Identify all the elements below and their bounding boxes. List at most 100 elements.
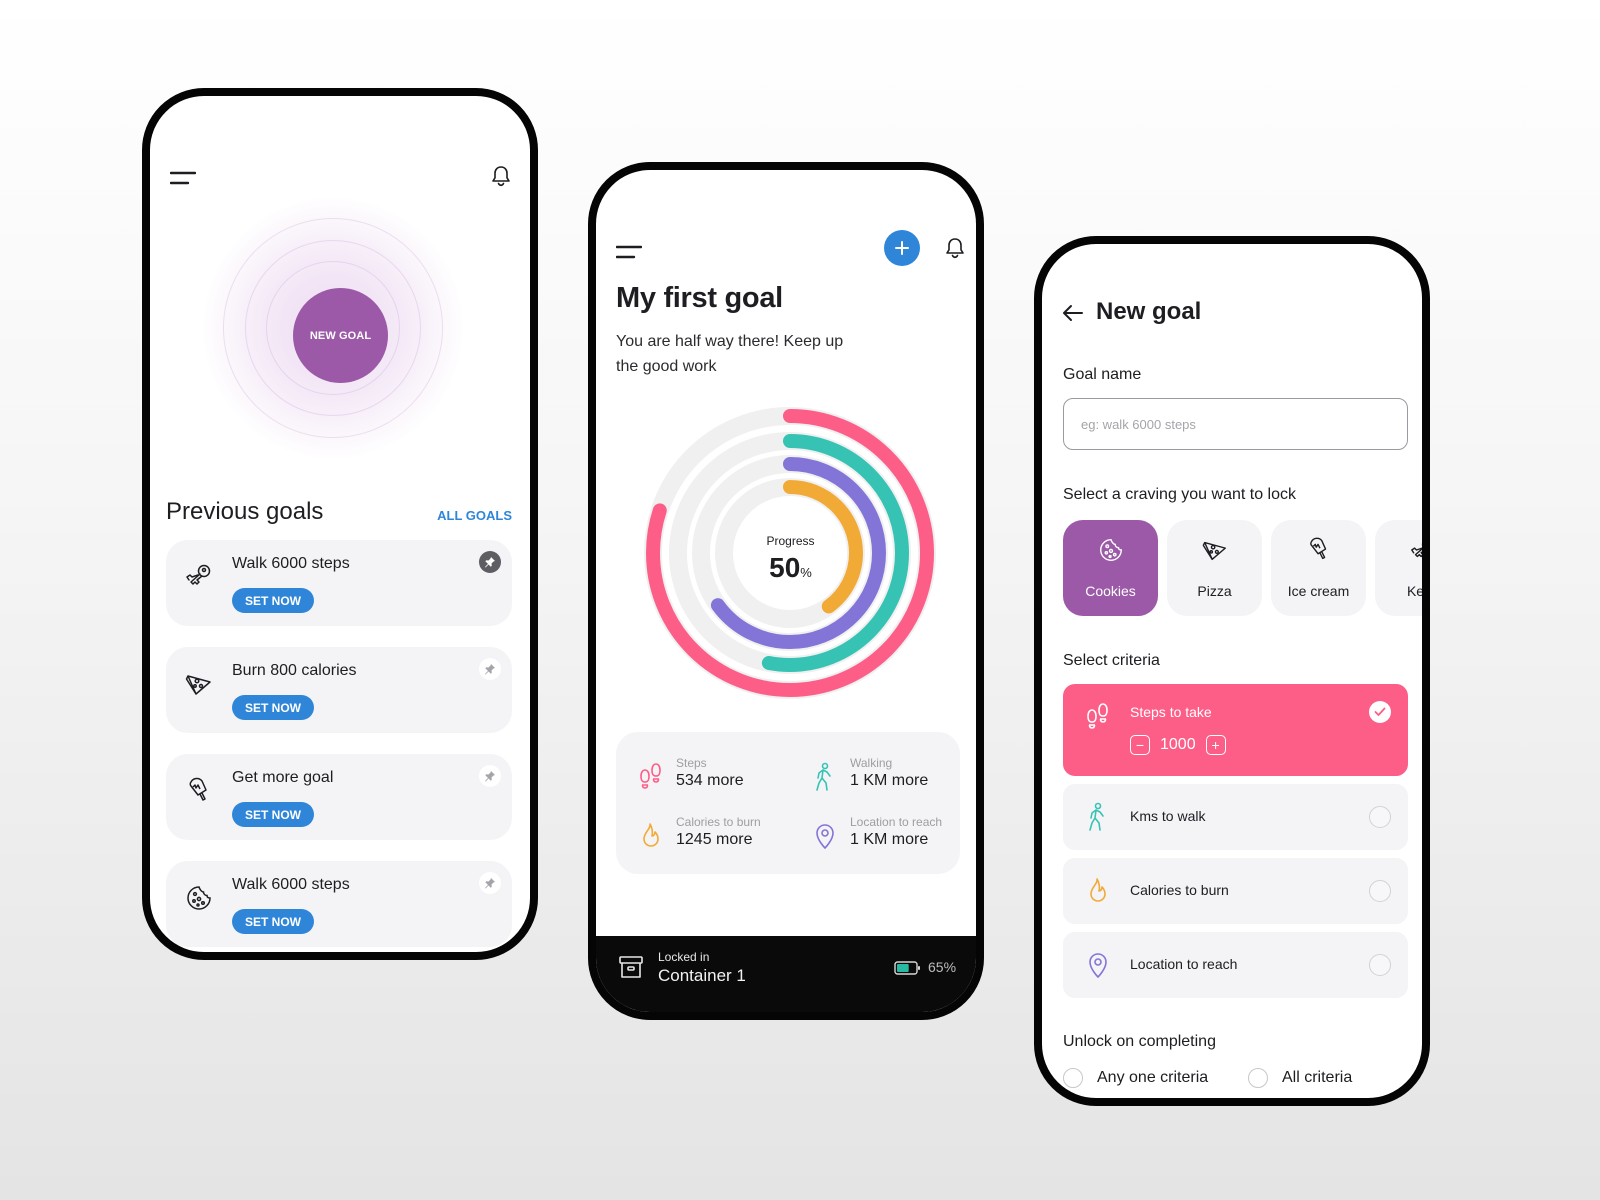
craving-label: Select a craving you want to lock xyxy=(1063,486,1297,503)
keys-icon xyxy=(1409,536,1422,564)
phone-goal-progress-screen: My first goal You are half way there! Ke… xyxy=(588,162,984,1020)
stat-value: 1245 more xyxy=(676,831,753,848)
locked-container-bar[interactable]: Locked in Container 1 65% xyxy=(596,936,976,1012)
goal-name-input[interactable] xyxy=(1063,398,1408,450)
pizza-icon xyxy=(184,669,214,699)
container-name: Container 1 xyxy=(658,966,746,985)
set-now-button[interactable]: SET NOW xyxy=(232,909,314,934)
goal-card[interactable]: Get more goal SET NOW xyxy=(166,754,512,840)
stat-value: 534 more xyxy=(676,772,744,789)
back-arrow-icon[interactable] xyxy=(1062,304,1084,322)
radio-button[interactable] xyxy=(1063,1068,1083,1088)
storage-box-icon xyxy=(618,954,644,980)
goal-card[interactable]: Walk 6000 steps SET NOW xyxy=(166,540,512,626)
criteria-label-text: Calories to burn xyxy=(1130,882,1229,898)
stat-value: 1 KM more xyxy=(850,772,929,789)
flame-icon xyxy=(636,821,666,851)
pin-button[interactable] xyxy=(479,551,501,573)
battery-icon xyxy=(894,961,922,975)
unlock-option-label: Any one criteria xyxy=(1097,1069,1209,1086)
walking-person-icon xyxy=(1083,802,1113,832)
stat-label: Location to reach xyxy=(850,815,943,829)
radio-button[interactable] xyxy=(1248,1068,1268,1088)
stats-card: Steps 534 more Walking 1 KM more Calorie… xyxy=(616,732,960,874)
location-pin-icon xyxy=(1083,950,1113,980)
craving-label-text: Cookies xyxy=(1085,583,1136,599)
bell-icon[interactable] xyxy=(490,164,512,188)
steps-value: 1000 xyxy=(1160,736,1196,753)
stat-value: 1 KM more xyxy=(850,831,929,848)
stat-label: Steps xyxy=(676,756,707,770)
goal-card[interactable]: Burn 800 calories SET NOW xyxy=(166,647,512,733)
set-now-button[interactable]: SET NOW xyxy=(232,802,314,827)
plus-icon: + xyxy=(1211,737,1220,753)
goal-name: Walk 6000 steps xyxy=(232,876,350,893)
set-now-button[interactable]: SET NOW xyxy=(232,695,314,720)
footsteps-icon xyxy=(636,762,666,792)
hamburger-menu-icon[interactable] xyxy=(170,170,196,186)
goal-name: Burn 800 calories xyxy=(232,662,357,679)
decrement-button[interactable]: − xyxy=(1130,735,1150,755)
criteria-label-text: Kms to walk xyxy=(1130,808,1206,824)
set-now-button[interactable]: SET NOW xyxy=(232,588,314,613)
location-pin-icon xyxy=(810,821,840,851)
new-goal-button[interactable]: NEW GOAL xyxy=(293,288,388,383)
progress-unit: % xyxy=(800,565,812,580)
checkmark-icon xyxy=(1374,707,1386,717)
unlock-option-any[interactable]: Any one criteria xyxy=(1063,1068,1208,1088)
criteria-checkbox-checked[interactable] xyxy=(1369,701,1391,723)
plus-icon xyxy=(894,240,910,256)
add-goal-button[interactable] xyxy=(884,230,920,266)
pin-icon xyxy=(484,770,496,782)
criteria-option-kms[interactable]: Kms to walk xyxy=(1063,784,1408,850)
criteria-option-steps[interactable]: Steps to take − 1000 + xyxy=(1063,684,1408,776)
phone-home-screen: NEW GOAL Previous goals ALL GOALS Walk 6… xyxy=(142,88,538,960)
unlock-option-all[interactable]: All criteria xyxy=(1248,1068,1352,1088)
criteria-checkbox[interactable] xyxy=(1369,880,1391,902)
locked-in-label: Locked in xyxy=(658,950,710,964)
pin-button[interactable] xyxy=(479,658,501,680)
ice-cream-icon xyxy=(1305,536,1333,564)
cookie-icon xyxy=(1097,536,1125,564)
all-goals-link[interactable]: ALL GOALS xyxy=(437,508,512,523)
increment-button[interactable]: + xyxy=(1205,735,1226,755)
craving-option-pizza[interactable]: Pizza xyxy=(1167,520,1262,616)
pin-icon xyxy=(484,663,496,675)
phone-new-goal-screen: New goal Goal name Select a craving you … xyxy=(1034,236,1430,1106)
craving-label-text: Pizza xyxy=(1197,583,1232,599)
new-goal-title: New goal xyxy=(1096,298,1202,325)
walking-person-icon xyxy=(810,762,840,792)
criteria-checkbox[interactable] xyxy=(1369,954,1391,976)
keys-icon xyxy=(184,562,214,592)
stat-label: Walking xyxy=(850,756,893,770)
criteria-label-text: Steps to take xyxy=(1130,704,1212,720)
goal-name-label: Goal name xyxy=(1063,366,1142,383)
criteria-option-location[interactable]: Location to reach xyxy=(1063,932,1408,998)
pin-button[interactable] xyxy=(479,872,501,894)
criteria-label-text: Location to reach xyxy=(1130,956,1238,972)
cookie-icon xyxy=(184,883,214,913)
progress-label: Progress xyxy=(766,534,815,548)
craving-label-text: Ice cream xyxy=(1287,583,1350,599)
bell-icon[interactable] xyxy=(944,236,966,260)
unlock-label: Unlock on completing xyxy=(1063,1033,1216,1050)
previous-goals-title: Previous goals xyxy=(166,498,324,525)
goal-card[interactable]: Walk 6000 steps SET NOW xyxy=(166,861,512,947)
steps-stepper: − 1000 + xyxy=(1130,735,1226,755)
pin-button[interactable] xyxy=(479,765,501,787)
pin-icon xyxy=(484,556,496,568)
criteria-label: Select criteria xyxy=(1063,652,1160,669)
craving-option-keys[interactable]: Keys xyxy=(1375,520,1422,616)
hamburger-menu-icon[interactable] xyxy=(616,244,642,260)
craving-option-cookies[interactable]: Cookies xyxy=(1063,520,1158,616)
goal-title: My first goal xyxy=(616,282,783,314)
progress-value: 50% xyxy=(728,552,853,584)
ice-cream-icon xyxy=(184,776,214,806)
craving-option-ice-cream[interactable]: Ice cream xyxy=(1271,520,1366,616)
criteria-checkbox[interactable] xyxy=(1369,806,1391,828)
criteria-option-calories[interactable]: Calories to burn xyxy=(1063,858,1408,924)
stat-label: Calories to burn xyxy=(676,815,761,829)
goal-subtitle: You are half way there! Keep up the good… xyxy=(616,333,844,375)
pizza-icon xyxy=(1201,536,1229,564)
flame-icon xyxy=(1083,876,1113,906)
